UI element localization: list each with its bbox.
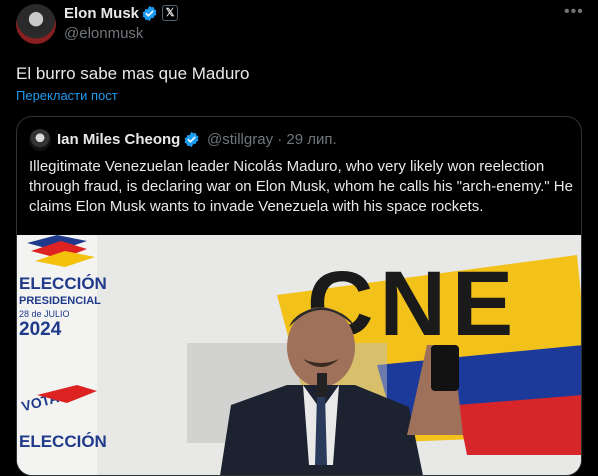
affiliate-x-icon: 𝕏 xyxy=(162,5,178,21)
quoted-text: Illegitimate Venezuelan leader Nicolás M… xyxy=(29,158,573,215)
post-text: El burro sabe mas que Maduro xyxy=(16,64,250,83)
banner-line-3: 28 de JULIO xyxy=(19,309,70,319)
quoted-post[interactable]: Ian Miles Cheong @stillgray · 29 лип. Il… xyxy=(16,116,582,476)
quoted-author-name[interactable]: Ian Miles Cheong xyxy=(57,131,180,148)
meta-separator: · xyxy=(277,131,283,148)
quoted-meta: @stillgray · 29 лип. xyxy=(207,131,337,148)
banner-bottom: ELECCIÓN xyxy=(19,432,107,451)
banner-line-1: ELECCIÓN xyxy=(19,274,107,293)
banner-line-4: 2024 xyxy=(19,319,62,340)
quoted-author-avatar[interactable] xyxy=(29,129,51,151)
media-scene: ELECCIÓN PRESIDENCIAL 28 de JULIO 2024 V… xyxy=(17,235,581,475)
quoted-media-image[interactable]: ELECCIÓN PRESIDENCIAL 28 de JULIO 2024 V… xyxy=(17,235,581,475)
banner-line-2: PRESIDENCIAL xyxy=(19,295,101,307)
verified-badge-icon xyxy=(142,5,157,22)
more-icon[interactable]: ••• xyxy=(564,3,584,21)
author-name[interactable]: Elon Musk xyxy=(64,5,139,22)
quoted-author-handle[interactable]: @stillgray xyxy=(207,131,273,148)
author-handle[interactable]: @elonmusk xyxy=(64,25,143,42)
translate-post-link[interactable]: Перекласти пост xyxy=(16,88,118,103)
verified-badge-icon xyxy=(184,131,199,148)
quoted-date[interactable]: 29 лип. xyxy=(286,131,336,148)
author-avatar[interactable] xyxy=(16,4,56,44)
